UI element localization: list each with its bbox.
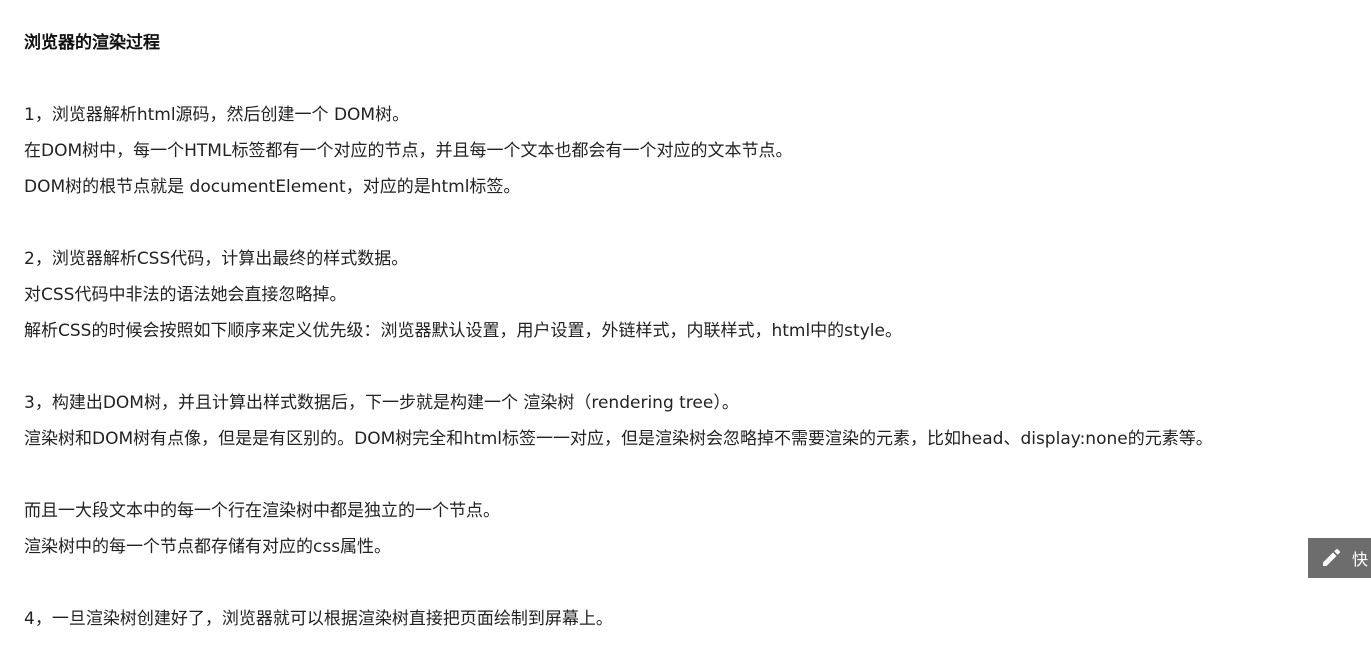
paragraph-line: 3，构建出DOM树，并且计算出样式数据后，下一步就是构建一个 渲染树（rende… [24, 393, 739, 413]
paragraph-line: 渲染树和DOM树有点像，但是是有区别的。DOM树完全和html标签一一对应，但是… [24, 429, 1213, 449]
paragraph-line: 在DOM树中，每一个HTML标签都有一个对应的节点，并且每一个文本也都会有一个对… [24, 141, 793, 161]
paragraph-line: 而且一大段文本中的每一个行在渲染树中都是独立的一个节点。 [24, 501, 500, 521]
paragraph-line: 2，浏览器解析CSS代码，计算出最终的样式数据。 [24, 249, 409, 269]
quick-button-label: 快 [1352, 550, 1369, 569]
paragraph-line: 渲染树中的每一个节点都存储有对应的css属性。 [24, 537, 392, 557]
pencil-icon [1320, 547, 1342, 569]
quick-edit-button[interactable]: 快 [1308, 538, 1371, 578]
paragraph-line: 1，浏览器解析html源码，然后创建一个 DOM树。 [24, 105, 410, 125]
paragraph-line: 解析CSS的时候会按照如下顺序来定义优先级：浏览器默认设置，用户设置，外链样式，… [24, 321, 902, 341]
paragraph-line: 4，一旦渲染树创建好了，浏览器就可以根据渲染树直接把页面绘制到屏幕上。 [24, 609, 613, 629]
article-title: 浏览器的渲染过程 [24, 33, 160, 53]
paragraph-line: 对CSS代码中非法的语法她会直接忽略掉。 [24, 285, 347, 305]
paragraph-line: DOM树的根节点就是 documentElement，对应的是html标签。 [24, 177, 521, 197]
